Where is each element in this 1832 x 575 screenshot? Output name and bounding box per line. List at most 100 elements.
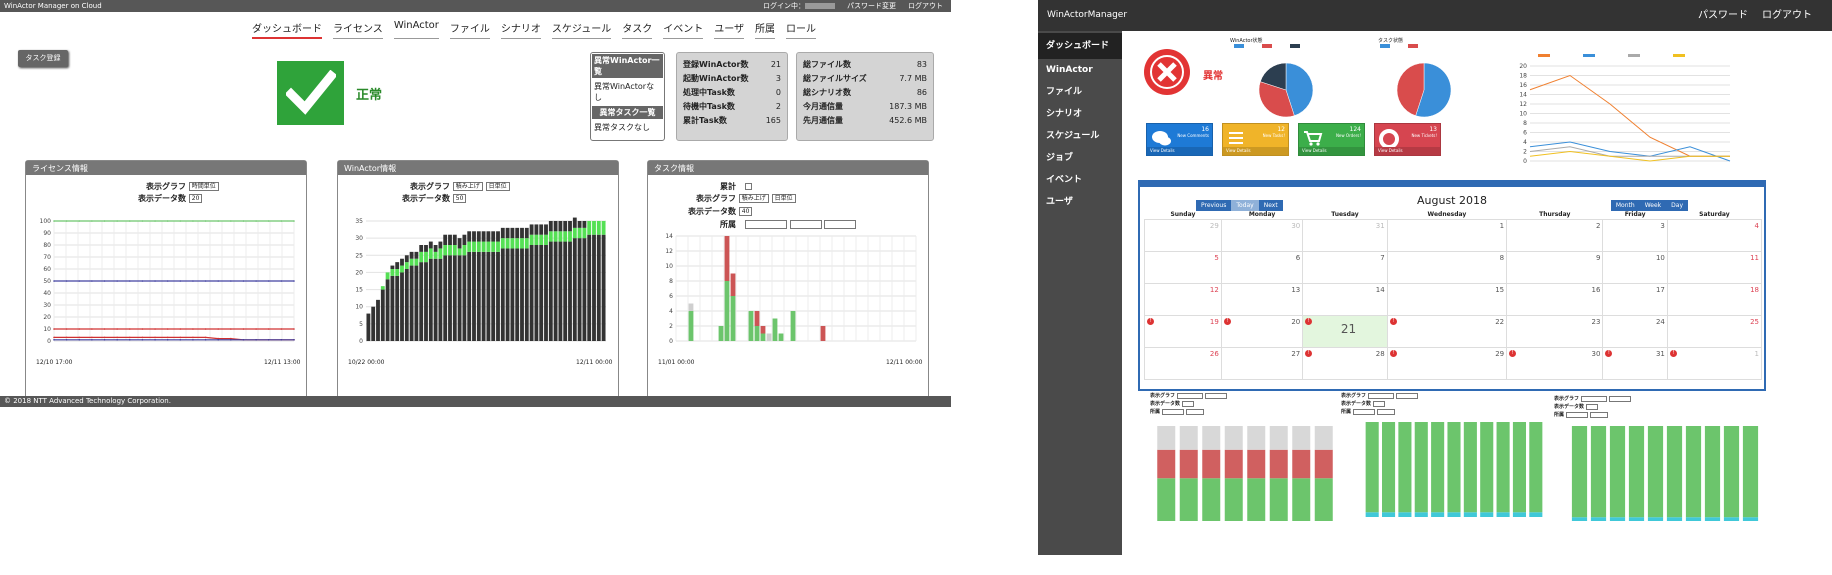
data-count-select[interactable]: 20 xyxy=(188,194,203,203)
nav-role[interactable]: ロール xyxy=(786,20,817,39)
password-link[interactable]: パスワード xyxy=(1698,0,1748,31)
calendar-day-cell[interactable]: 15 xyxy=(1386,282,1508,316)
calendar-day-cell[interactable]: ! 30 xyxy=(1506,346,1604,380)
calendar-day-cell[interactable]: 24 xyxy=(1602,314,1668,348)
aff-select[interactable] xyxy=(1565,411,1588,418)
event-badge[interactable]: ! xyxy=(1305,317,1313,325)
aff-select[interactable] xyxy=(1185,408,1204,415)
change-password-link[interactable]: パスワード変更 xyxy=(847,0,896,12)
sidebar-item-winactor[interactable]: WinActor xyxy=(1038,59,1122,81)
calendar-day-cell[interactable]: 31 xyxy=(1302,218,1388,252)
aff-select[interactable] xyxy=(1161,408,1184,415)
graph-select[interactable] xyxy=(1176,392,1203,399)
unit-select[interactable] xyxy=(1204,392,1227,399)
calendar-day-cell[interactable]: ! 20 xyxy=(1220,314,1304,348)
calendar-day-cell[interactable]: 26 xyxy=(1144,346,1222,380)
calendar-day-cell[interactable]: 5 xyxy=(1144,250,1222,284)
calendar-day-cell[interactable]: 30 xyxy=(1220,218,1304,252)
graph-type-select[interactable]: 時間単位 xyxy=(188,182,219,191)
unit-select[interactable]: 日単位 xyxy=(485,182,510,191)
affiliation-select-1[interactable] xyxy=(744,220,787,229)
event-badge[interactable]: ! xyxy=(1605,349,1613,357)
aff-select[interactable] xyxy=(1589,411,1608,418)
calendar-day-cell[interactable]: ! 1 xyxy=(1666,346,1763,380)
cumulative-checkbox[interactable] xyxy=(744,183,752,190)
calendar-day-cell[interactable]: 6 xyxy=(1220,250,1304,284)
affiliation-select-2[interactable] xyxy=(789,220,822,229)
data-count-select[interactable]: 50 xyxy=(452,194,467,203)
event-badge[interactable]: ! xyxy=(1509,349,1517,357)
logout-link[interactable]: ログアウト xyxy=(1762,0,1812,31)
aff-select[interactable] xyxy=(1352,408,1375,415)
calendar-day-cell[interactable]: 29 xyxy=(1144,218,1222,252)
calendar-day-cell[interactable]: 9 xyxy=(1506,250,1604,284)
count-select[interactable] xyxy=(1372,400,1385,407)
graph-type-select[interactable]: 積み上げ xyxy=(738,194,769,203)
calendar-day-cell[interactable]: ! 22 xyxy=(1386,314,1508,348)
calendar-day-cell[interactable]: 3 xyxy=(1602,218,1668,252)
calendar-day-cell[interactable]: 25 xyxy=(1666,314,1763,348)
summary-tile[interactable]: 13 New Tickets! View Details xyxy=(1374,123,1441,156)
calendar-day-cell[interactable]: 18 xyxy=(1666,282,1763,316)
sidebar-item-file[interactable]: ファイル xyxy=(1038,81,1122,103)
calendar-day-cell[interactable]: 8 xyxy=(1386,250,1508,284)
sidebar-item-event[interactable]: イベント xyxy=(1038,169,1122,191)
logout-link[interactable]: ログアウト xyxy=(908,0,943,12)
event-badge[interactable]: ! xyxy=(1147,317,1154,325)
summary-tile[interactable]: 16 New Comments View Details xyxy=(1146,123,1213,156)
abnormal-task-header[interactable]: 異常タスク一覧 xyxy=(592,106,663,119)
calendar-day-cell[interactable]: ! 31 xyxy=(1602,346,1668,380)
calendar-day-cell[interactable]: 2 xyxy=(1506,218,1604,252)
sidebar-item-user[interactable]: ユーザ xyxy=(1038,191,1122,213)
event-badge[interactable]: ! xyxy=(1389,349,1397,357)
unit-select[interactable] xyxy=(1608,395,1631,402)
event-badge[interactable]: ! xyxy=(1389,317,1397,325)
calendar-day-cell[interactable]: ! 29 xyxy=(1386,346,1508,380)
event-badge[interactable]: ! xyxy=(1223,317,1231,325)
affiliation-select-3[interactable] xyxy=(824,220,857,229)
calendar-day-cell[interactable]: 17 xyxy=(1602,282,1668,316)
nav-scenario[interactable]: シナリオ xyxy=(500,20,541,39)
calendar-day-cell[interactable]: 11 xyxy=(1666,250,1763,284)
calendar-day-cell[interactable]: ! 21 xyxy=(1302,314,1388,348)
graph-select[interactable] xyxy=(1580,395,1607,402)
calendar-day-cell[interactable]: 4 xyxy=(1666,218,1763,252)
calendar-day-cell[interactable]: 27 xyxy=(1220,346,1304,380)
event-badge[interactable]: ! xyxy=(1305,349,1313,357)
view-details-link[interactable]: View Details xyxy=(1299,147,1364,155)
nav-task[interactable]: タスク xyxy=(622,20,653,39)
nav-license[interactable]: ライセンス xyxy=(333,20,383,39)
sidebar-item-scenario[interactable]: シナリオ xyxy=(1038,103,1122,125)
graph-type-select[interactable]: 積み上げ xyxy=(452,182,483,191)
calendar-day-cell[interactable]: 16 xyxy=(1506,282,1604,316)
calendar-day-cell[interactable]: 23 xyxy=(1506,314,1604,348)
count-select[interactable] xyxy=(1181,400,1194,407)
nav-user[interactable]: ユーザ xyxy=(714,20,745,39)
aff-select[interactable] xyxy=(1376,408,1395,415)
calendar-day-cell[interactable]: 14 xyxy=(1302,282,1388,316)
event-badge[interactable]: ! xyxy=(1669,349,1677,357)
view-details-link[interactable]: View Details xyxy=(1375,147,1440,155)
summary-tile[interactable]: 124 New Orders! View Details xyxy=(1298,123,1365,156)
register-task-button[interactable]: タスク登録 xyxy=(18,50,68,67)
graph-select[interactable] xyxy=(1367,392,1394,399)
calendar-day-cell[interactable]: 13 xyxy=(1220,282,1304,316)
view-details-link[interactable]: View Details xyxy=(1147,147,1212,155)
calendar-day-cell[interactable]: 1 xyxy=(1386,218,1508,252)
count-select[interactable] xyxy=(1585,403,1598,410)
calendar-day-cell[interactable]: ! 19 xyxy=(1144,314,1222,348)
calendar-day-cell[interactable]: ! 28 xyxy=(1302,346,1388,380)
summary-tile[interactable]: 12 New Tasks! View Details xyxy=(1222,123,1289,156)
sidebar-item-schedule[interactable]: スケジュール xyxy=(1038,125,1122,147)
nav-schedule[interactable]: スケジュール xyxy=(551,20,612,39)
abnormal-winactor-header[interactable]: 異常WinActor一覧 xyxy=(592,54,663,78)
data-count-select[interactable]: 40 xyxy=(738,207,753,216)
calendar-day-cell[interactable]: 10 xyxy=(1602,250,1668,284)
nav-affiliation[interactable]: 所属 xyxy=(755,20,776,39)
unit-select[interactable] xyxy=(1395,392,1418,399)
calendar-day-cell[interactable]: 12 xyxy=(1144,282,1222,316)
sidebar-item-job[interactable]: ジョブ xyxy=(1038,147,1122,169)
unit-select[interactable]: 日単位 xyxy=(771,194,796,203)
calendar-day-cell[interactable]: 7 xyxy=(1302,250,1388,284)
view-details-link[interactable]: View Details xyxy=(1223,147,1288,155)
